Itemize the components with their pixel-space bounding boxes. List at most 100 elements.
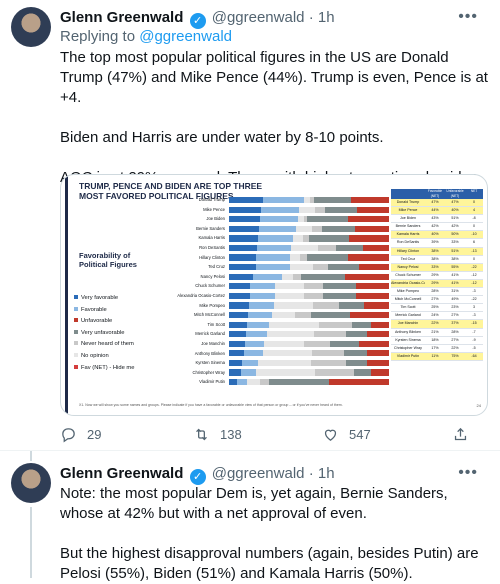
like-button[interactable]: 547 — [322, 426, 371, 443]
table-row: Bernie Sanders 42% 42% 0 — [391, 223, 483, 232]
favorability-bar — [229, 369, 389, 376]
bar-segment — [359, 340, 389, 347]
bar-segment — [300, 273, 345, 280]
bar-segment — [244, 340, 265, 347]
author-handle[interactable]: @ggreenwald — [212, 465, 305, 482]
bar-segment — [246, 378, 261, 386]
figure-name: Hillary Clinton — [199, 254, 225, 260]
bar-segment — [247, 321, 269, 328]
retweet-icon — [196, 428, 207, 441]
table-cell-net: 3 — [473, 305, 475, 310]
bar-segment — [344, 273, 389, 280]
tweet-header: Glenn Greenwald ✓ @ggreenwald · 1h — [60, 9, 335, 29]
table-cell-fav: 17% — [431, 345, 439, 350]
figure-name: Kamala Harris — [198, 235, 225, 241]
bar-segment — [313, 302, 340, 309]
figure-name: Merrick Garland — [195, 331, 225, 337]
table-cell-unfav: 37% — [451, 321, 459, 326]
table-row: Kamala Harris 40% 50% -10 — [391, 231, 483, 240]
replying-to: Replying to @ggreenwald — [60, 28, 232, 45]
table-cell-name: Chuck Schumer — [395, 272, 421, 277]
bar-segment — [307, 254, 349, 261]
bar-segment — [366, 350, 389, 357]
bar-segment — [229, 264, 257, 271]
bar-segment — [345, 331, 368, 338]
table-cell-fav: 18% — [431, 337, 439, 342]
table-row: Donald Trump 47% 47% 0 — [391, 199, 483, 208]
image-title-line1: TRUMP, PENCE AND BIDEN ARE TOP THREE — [79, 181, 263, 191]
table-header: Favorable (NET) Unfavorable (NET) NET — [391, 189, 483, 199]
table-cell-unfav: 42% — [451, 224, 459, 229]
avatar[interactable] — [11, 463, 51, 503]
bar-segment — [313, 197, 352, 204]
retweet-count: 138 — [220, 427, 242, 442]
favorability-bar — [229, 321, 389, 328]
bar-segment — [262, 197, 305, 204]
thread-line — [30, 507, 32, 578]
more-options-icon[interactable]: ••• — [458, 464, 478, 482]
favorability-bar — [229, 244, 389, 252]
bar-segment — [264, 340, 304, 347]
table-cell-name: Mike Pompeo — [397, 289, 419, 294]
legend-label: Very favorable — [81, 295, 119, 301]
bar-segment — [348, 235, 389, 242]
table-cell-name: Alexandria Ocasio-Cortez — [391, 280, 425, 285]
bar-segment — [229, 225, 260, 232]
bar-segment — [229, 321, 247, 328]
bar-segment — [348, 216, 389, 223]
table-cell-fav: 39% — [431, 240, 439, 245]
table-cell-unfav: 75% — [451, 353, 459, 358]
legend-item: Fav (NET) - Hide me — [74, 363, 134, 375]
legend-swatch — [74, 364, 78, 369]
table-cell-unfav: 50% — [451, 232, 459, 237]
table-cell-net: -10 — [471, 232, 477, 237]
legend-item: Very unfavorable — [74, 328, 134, 340]
reply-button[interactable]: 29 — [60, 426, 101, 443]
summary-table: Favorable (NET) Unfavorable (NET) NET Do… — [391, 189, 483, 361]
bar-segment — [249, 283, 276, 290]
figure-name: Bernie Sanders — [196, 225, 225, 231]
bar-segment — [328, 378, 389, 386]
favorability-bar — [229, 235, 389, 242]
favorability-label-line2: Political Figures — [79, 260, 137, 269]
replying-handle-link[interactable]: @ggreenwald — [139, 28, 232, 45]
author-handle[interactable]: @ggreenwald — [212, 9, 305, 26]
legend-label: Fav (NET) - Hide me — [81, 364, 135, 371]
bar-segment — [304, 292, 324, 299]
share-button[interactable] — [452, 426, 469, 443]
image-page-number: 24 — [476, 403, 481, 408]
replying-prefix: Replying to — [60, 28, 140, 45]
avatar[interactable] — [11, 7, 51, 47]
bar-segment — [318, 321, 353, 328]
tweet-1[interactable]: Glenn Greenwald ✓ @ggreenwald · 1h ••• R… — [0, 0, 500, 450]
bar-segment — [267, 331, 315, 338]
retweet-button[interactable]: 138 — [193, 426, 242, 443]
bar-segment — [259, 216, 298, 223]
share-icon — [454, 427, 467, 441]
bar-segment — [356, 283, 389, 290]
table-cell-net: -3 — [472, 289, 476, 294]
author-name[interactable]: Glenn Greenwald — [60, 465, 183, 482]
bar-segment — [229, 311, 249, 319]
more-options-icon[interactable]: ••• — [458, 8, 478, 26]
bar-segment — [262, 350, 312, 357]
timestamp[interactable]: · 1h — [309, 9, 335, 26]
table-cell-name: Christopher Wray — [394, 345, 422, 350]
bar-segment — [229, 283, 250, 290]
table-row: Vladimir Putin 11% 75% -64 — [391, 352, 483, 361]
table-cell-net: 6 — [473, 240, 475, 245]
table-cell-unfav: 41% — [451, 272, 459, 277]
table-cell-name: Anthony Blinken — [395, 329, 421, 334]
bar-segment — [362, 244, 389, 252]
author-name[interactable]: Glenn Greenwald — [60, 9, 183, 26]
poll-chart-image[interactable]: TRUMP, PENCE AND BIDEN ARE TOP THREE MOS… — [60, 174, 488, 416]
bar-segment — [260, 378, 269, 386]
tweet-2[interactable]: Glenn Greenwald ✓ @ggreenwald · 1h ••• N… — [0, 451, 500, 582]
figure-name: Alexandria Ocasio-Cortez — [177, 292, 225, 298]
timestamp[interactable]: · 1h — [309, 465, 335, 482]
bar-segment — [299, 206, 315, 213]
table-cell-net: -7 — [472, 329, 476, 334]
table-cell-fav: 29% — [431, 272, 439, 277]
legend-label: Favorable — [81, 306, 107, 313]
favorability-label: Favorability of Political Figures — [79, 251, 137, 269]
